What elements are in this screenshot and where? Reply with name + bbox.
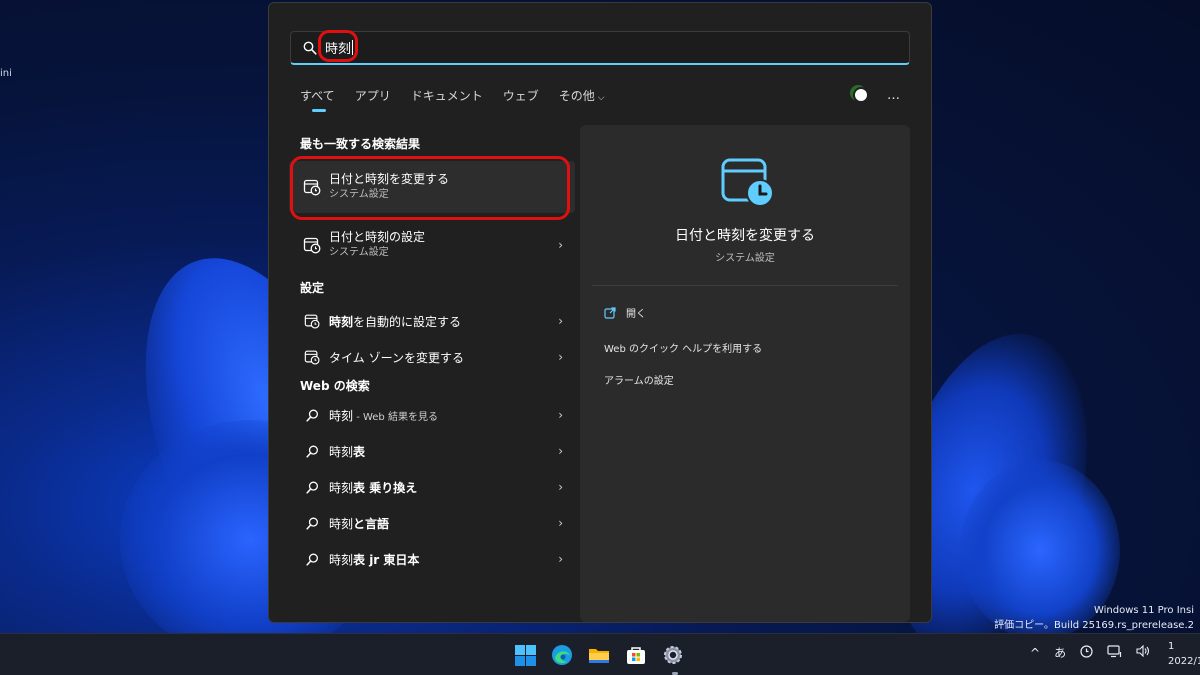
chevron-right-icon: ›: [558, 314, 563, 328]
query-text: 時刻: [329, 516, 354, 531]
result-change-time-zone[interactable]: タイム ゾーンを変更する ›: [289, 339, 575, 375]
calendar-clock-icon: [720, 157, 774, 209]
action-open[interactable]: 開く: [604, 305, 646, 320]
web-hint: - Web 結果を見る: [353, 411, 438, 423]
result-subtitle: システム設定: [329, 247, 389, 258]
query-highlight-ring: [318, 30, 358, 62]
chevron-right-icon: ›: [558, 480, 563, 494]
action-alarm-settings[interactable]: アラームの設定: [604, 372, 674, 387]
detail-title: 日付と時刻を変更する: [675, 228, 815, 244]
search-icon: [303, 478, 321, 496]
ime-mode-indicator[interactable]: あ: [1054, 644, 1066, 661]
watermark-line-1: Windows 11 Pro Insi: [1093, 605, 1194, 616]
edge-icon[interactable]: [549, 643, 575, 667]
show-hidden-icons-button[interactable]: ^: [1030, 646, 1040, 660]
suggestion-text: 表 乗り換え: [353, 480, 418, 495]
taskbar-apps: [512, 643, 697, 667]
chevron-right-icon: ›: [558, 350, 563, 364]
detail-subtitle: システム設定: [715, 253, 775, 264]
tab-documents[interactable]: ドキュメント: [411, 87, 483, 104]
action-label: Web のクイック ヘルプを利用する: [604, 344, 763, 355]
chevron-right-icon: ›: [558, 238, 563, 252]
chevron-right-icon: ›: [558, 516, 563, 530]
action-web-quick-help[interactable]: Web のクイック ヘルプを利用する: [604, 340, 762, 355]
open-external-icon: [604, 306, 616, 319]
web-result[interactable]: 時刻表 乗り換え ›: [289, 469, 575, 505]
chevron-right-icon: ›: [558, 408, 563, 422]
web-result[interactable]: 時刻と言語 ›: [289, 505, 575, 541]
system-tray: ^ あ: [1030, 644, 1164, 661]
search-input[interactable]: 時刻: [290, 31, 910, 65]
divider: [592, 285, 898, 286]
query-text: 時刻: [329, 480, 354, 495]
suggestion-text: と言語: [353, 516, 390, 531]
calendar-clock-icon: [303, 236, 321, 254]
web-result[interactable]: 時刻表 ›: [289, 433, 575, 469]
clock-time: 1: [1168, 641, 1175, 652]
section-settings: 設定: [300, 281, 325, 295]
tab-web[interactable]: ウェブ: [503, 87, 539, 104]
action-label: アラームの設定: [604, 376, 674, 387]
focus-clock-icon[interactable]: [1080, 644, 1093, 661]
avatar[interactable]: [853, 87, 869, 103]
search-icon: [303, 41, 317, 55]
result-text: を自動的に設定する: [353, 314, 462, 329]
query-text: 時刻: [329, 408, 354, 423]
panel-top-icons: …: [853, 87, 901, 103]
more-options-button[interactable]: …: [887, 88, 901, 103]
taskbar-clock[interactable]: 1 2022/1: [1168, 639, 1200, 669]
store-icon[interactable]: [623, 643, 649, 667]
file-explorer-icon[interactable]: [586, 643, 612, 667]
network-icon[interactable]: [1107, 644, 1122, 661]
web-result[interactable]: 時刻表 jr 東日本 ›: [289, 541, 575, 577]
result-text: タイム ゾーンを変更する: [329, 350, 464, 365]
match-text: 時刻: [329, 314, 354, 329]
search-icon: [303, 442, 321, 460]
chevron-down-icon: ⌵: [597, 93, 605, 103]
settings-icon[interactable]: [660, 643, 686, 667]
section-web-search: Web の検索: [300, 379, 370, 393]
query-text: 時刻: [329, 552, 354, 567]
tab-more-label: その他: [558, 89, 595, 103]
volume-icon[interactable]: [1136, 644, 1150, 660]
result-date-time-settings[interactable]: 日付と時刻の設定 システム設定 ›: [289, 219, 575, 271]
web-result[interactable]: 時刻 - Web 結果を見る ›: [289, 397, 575, 433]
calendar-clock-icon: [303, 312, 321, 330]
calendar-clock-icon: [303, 348, 321, 366]
best-match-highlight-ring: [290, 156, 570, 220]
search-icon: [303, 514, 321, 532]
result-title: 日付と時刻の設定: [329, 230, 426, 244]
suggestion-text: 表: [353, 444, 366, 459]
search-icon: [303, 406, 321, 424]
clock-date: 2022/1: [1168, 656, 1200, 667]
action-label: 開く: [626, 309, 646, 320]
suggestion-text: 表 jr 東日本: [353, 552, 420, 567]
watermark-line-2: 評価コピー。Build 25169.rs_prerelease.2: [994, 620, 1194, 631]
chevron-right-icon: ›: [558, 444, 563, 458]
detail-pane: 日付と時刻を変更する システム設定 開く Web のクイック ヘルプを利用する …: [580, 125, 910, 622]
desktop-icon-label[interactable]: ini: [0, 68, 12, 79]
filter-tabs: すべて アプリ ドキュメント ウェブ その他 ⌵: [300, 87, 625, 112]
chevron-right-icon: ›: [558, 552, 563, 566]
query-text: 時刻: [329, 444, 354, 459]
search-panel: 時刻 すべて アプリ ドキュメント ウェブ その他 ⌵ … 最も一致する検索結果 …: [268, 2, 932, 623]
tab-apps[interactable]: アプリ: [355, 87, 391, 104]
tab-more[interactable]: その他 ⌵: [559, 87, 605, 104]
os-watermark: Windows 11 Pro Insi 評価コピー。Build 25169.rs…: [994, 603, 1194, 633]
result-set-time-automatically[interactable]: 時刻を自動的に設定する ›: [289, 303, 575, 339]
start-icon[interactable]: [512, 643, 538, 667]
taskbar: ^ あ 1 2022/1: [0, 633, 1200, 675]
tab-all[interactable]: すべて: [300, 87, 335, 112]
search-icon: [303, 550, 321, 568]
